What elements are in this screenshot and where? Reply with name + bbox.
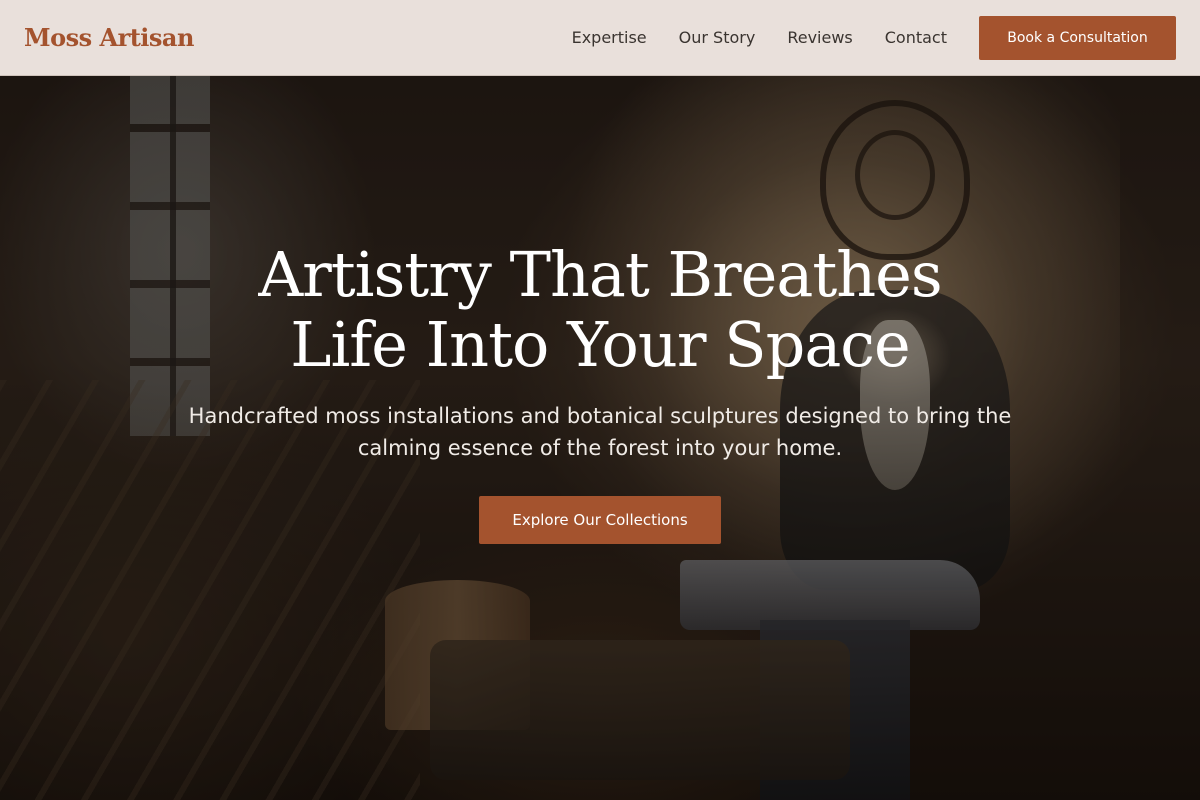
hero-section: Artistry That Breathes Life Into Your Sp… [0,240,1200,544]
hero-subtitle: Handcrafted moss installations and botan… [188,404,1012,460]
hero-title-line2: Life Into Your Space [290,308,910,381]
site-logo[interactable]: Moss Artisan [24,23,194,52]
nav-link-expertise[interactable]: Expertise [572,28,647,47]
nav-link-reviews[interactable]: Reviews [787,28,852,47]
explore-collections-button[interactable]: Explore Our Collections [479,496,721,544]
nav-links: Expertise Our Story Reviews Contact [572,28,947,47]
nav-link-contact[interactable]: Contact [885,28,947,47]
hero-title-line1: Artistry That Breathes [258,238,942,311]
top-navbar: Moss Artisan Expertise Our Story Reviews… [0,0,1200,76]
book-consultation-button[interactable]: Book a Consultation [979,15,1176,60]
hero-title: Artistry That Breathes Life Into Your Sp… [150,240,1050,380]
nav-link-our-story[interactable]: Our Story [679,28,756,47]
